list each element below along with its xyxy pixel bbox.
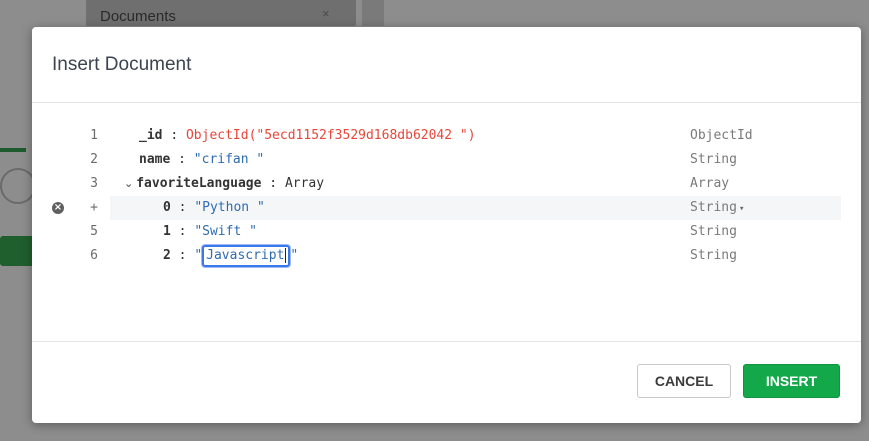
field-type[interactable]: String xyxy=(690,244,737,268)
colon: : xyxy=(170,128,179,143)
line-number: 2 xyxy=(90,152,98,167)
field-type: String xyxy=(690,200,737,215)
field-key[interactable]: 1 xyxy=(163,224,171,239)
background-tab-secondary xyxy=(362,0,384,26)
background-tab-close-icon: × xyxy=(322,6,330,21)
background-green-button xyxy=(0,236,34,266)
quote-close: " xyxy=(249,224,257,239)
add-field-icon[interactable]: + xyxy=(84,196,104,220)
quote-open: " xyxy=(193,152,202,167)
background-underline xyxy=(0,148,26,152)
field-value[interactable]: Swift xyxy=(202,224,249,239)
field-key[interactable]: _id xyxy=(139,128,162,143)
colon: : xyxy=(178,248,187,263)
quote-open: " xyxy=(194,224,203,239)
line-number: 6 xyxy=(90,248,98,263)
colon: : xyxy=(178,152,186,167)
field-value: Array xyxy=(284,176,325,191)
line-number: 1 xyxy=(90,128,98,143)
colon: : xyxy=(269,176,278,191)
field-value[interactable]: Python xyxy=(202,200,257,215)
field-row-favorite-language[interactable]: 3 ⌄ favoriteLanguage : Array Array xyxy=(32,172,861,196)
dialog-header: Insert Document xyxy=(32,27,861,103)
insert-button[interactable]: INSERT xyxy=(743,364,840,398)
remove-field-icon[interactable]: × xyxy=(52,202,64,214)
field-row-id[interactable]: 1 _id : ObjectId("5ecd1152f3529d168db620… xyxy=(32,124,861,148)
background-circle-button xyxy=(0,168,36,204)
cancel-button[interactable]: CANCEL xyxy=(637,364,731,398)
document-editor: 1 _id : ObjectId("5ecd1152f3529d168db620… xyxy=(32,103,861,341)
field-row-item-1[interactable]: 5 1 : "Swift " String xyxy=(32,220,861,244)
field-type[interactable]: String xyxy=(690,220,737,244)
field-row-item-2[interactable]: 6 2 : " Javascript " String xyxy=(32,244,861,268)
field-value[interactable]: ObjectId("5ecd1152f3529d168db62042 ") xyxy=(186,128,476,143)
field-type[interactable]: ObjectId xyxy=(690,124,753,148)
field-type[interactable]: Array xyxy=(690,172,729,196)
field-value-input[interactable]: Javascript xyxy=(202,245,291,267)
insert-document-dialog: Insert Document 1 _id : ObjectId("5ecd11… xyxy=(32,27,861,423)
field-row-name[interactable]: 2 name : "crifan " String xyxy=(32,148,861,172)
colon: : xyxy=(178,224,187,239)
quote-close: " xyxy=(256,200,265,215)
field-key[interactable]: name xyxy=(139,152,170,167)
field-value[interactable]: crifan xyxy=(202,152,257,167)
field-key[interactable]: 2 xyxy=(163,248,171,263)
field-row-item-0[interactable]: × + 0 : "Python " String ▾ xyxy=(52,196,841,221)
background-tab-title: Documents xyxy=(100,8,176,25)
line-number: 5 xyxy=(90,224,98,239)
quote-open: " xyxy=(194,200,203,215)
text-cursor xyxy=(285,248,287,263)
caret-down-icon: ▾ xyxy=(738,204,745,214)
field-type-dropdown[interactable]: String ▾ xyxy=(690,196,744,221)
field-key[interactable]: favoriteLanguage xyxy=(136,176,261,191)
quote-close: " xyxy=(290,248,299,263)
field-key[interactable]: 0 xyxy=(163,200,171,215)
dialog-title: Insert Document xyxy=(52,54,192,75)
line-number: 3 xyxy=(90,176,98,191)
colon: : xyxy=(178,200,187,215)
field-type[interactable]: String xyxy=(690,148,737,172)
quote-open: " xyxy=(194,248,203,263)
dialog-footer: CANCEL INSERT xyxy=(32,341,861,423)
quote-close: " xyxy=(256,152,265,167)
collapse-chevron-icon[interactable]: ⌄ xyxy=(124,177,133,190)
field-value: Javascript xyxy=(206,248,285,263)
